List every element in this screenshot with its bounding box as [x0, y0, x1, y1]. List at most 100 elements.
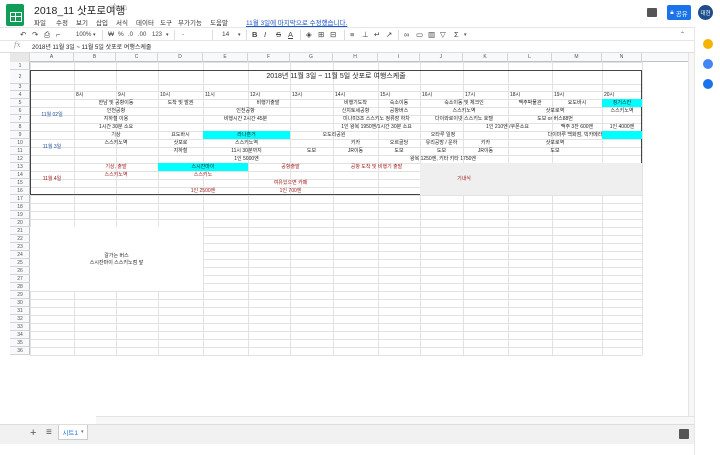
cell[interactable]: 기상, 출발: [74, 163, 158, 171]
undo-icon[interactable]: ↶: [20, 29, 26, 41]
horizontal-align-icon[interactable]: ≡: [350, 29, 354, 41]
sheets-logo-icon[interactable]: [6, 4, 24, 26]
menu-help[interactable]: 도움말: [210, 17, 228, 27]
cell[interactable]: 한남 및 공항이동: [74, 99, 158, 107]
row-header-24[interactable]: 24: [10, 251, 30, 259]
menu-tools[interactable]: 도구: [160, 17, 172, 27]
cell[interactable]: 도보 or 버스88번: [508, 115, 602, 123]
cell[interactable]: 11시 30분까지: [203, 147, 290, 155]
cell[interactable]: 라나훈거: [203, 131, 290, 139]
cell[interactable]: 왕복 1250엔, 키타 키타 1750엔: [378, 155, 508, 163]
cell[interactable]: 공항출발: [248, 163, 333, 171]
comment-icon[interactable]: [647, 8, 657, 17]
cell[interactable]: 유리공방 / 운하: [420, 139, 463, 147]
redo-icon[interactable]: ↷: [32, 29, 38, 41]
chevron-down-icon[interactable]: ▾: [166, 29, 169, 41]
explore-icon[interactable]: [679, 429, 689, 439]
cell[interactable]: 도보: [378, 147, 420, 155]
move-folder-icon[interactable]: ⌂: [122, 2, 127, 12]
menu-data[interactable]: 데이터: [136, 17, 154, 27]
cell[interactable]: 삿포로역: [508, 139, 602, 147]
cell[interactable]: 스스키노역: [203, 139, 290, 147]
cell[interactable]: 여유있으면 카페: [248, 179, 333, 187]
row-header-3[interactable]: 3: [10, 84, 30, 91]
functions-button[interactable]: Σ: [454, 29, 459, 41]
formula-bar[interactable]: fx 2018년 11월 3일 ~ 11월 5일 삿포로 여행스케줄: [0, 41, 694, 53]
more-formats-button[interactable]: 123: [152, 29, 162, 41]
menu-format[interactable]: 서식: [116, 17, 128, 27]
font-family-select[interactable]: -: [182, 29, 184, 41]
menu-addons[interactable]: 부가기능: [178, 17, 202, 27]
keep-icon[interactable]: [703, 39, 713, 49]
row-header-36[interactable]: 36: [10, 347, 30, 355]
cell[interactable]: 다이와로이넷 스스키노 호텔: [420, 115, 508, 123]
memo-block[interactable]: 갈가는 버스 스시잔마이 스스키노점 앞: [30, 227, 203, 291]
hour-label[interactable]: 18시: [508, 91, 552, 99]
cell[interactable]: 인천공항: [74, 107, 158, 115]
row-header-4[interactable]: 4: [10, 91, 30, 99]
cell[interactable]: 비행시간 2시간 45분: [158, 115, 333, 123]
cell[interactable]: 도착 및 발권: [158, 99, 203, 107]
cells-area[interactable]: 2018년 11월 3일 ~ 11월 5일 삿포로 여행스케줄 8시 9시 10시 11…: [29, 61, 694, 415]
calendar-icon[interactable]: [703, 59, 713, 69]
row-header-5[interactable]: 5: [10, 99, 30, 107]
hour-label[interactable]: 10시: [158, 91, 203, 99]
cell[interactable]: 스스키노역: [420, 107, 508, 115]
star-icon[interactable]: ☆: [110, 2, 119, 13]
row-header-16[interactable]: 16: [10, 187, 30, 195]
row-header-35[interactable]: 35: [10, 339, 30, 347]
text-wrap-icon[interactable]: ↵: [374, 29, 380, 41]
hour-label[interactable]: 14시: [333, 91, 378, 99]
currency-button[interactable]: ₩: [108, 29, 114, 41]
text-color-button[interactable]: A: [288, 29, 293, 41]
all-sheets-icon[interactable]: ≡: [46, 427, 52, 438]
cell[interactable]: 공항 도착 및 비행기 출발: [333, 163, 420, 171]
cell[interactable]: 요도바시: [158, 131, 203, 139]
cell[interactable]: 숙소이동: [378, 99, 420, 107]
cell[interactable]: 징기스칸: [602, 99, 642, 107]
cell[interactable]: 삿포로: [158, 139, 203, 147]
cell[interactable]: 숙소이동 및 체크인: [420, 99, 508, 107]
cell[interactable]: 1인 4000엔: [602, 123, 642, 131]
day-label[interactable]: 11월 4일: [30, 163, 74, 195]
chevron-down-icon[interactable]: ▾: [93, 29, 96, 41]
cell[interactable]: JR이동: [463, 147, 508, 155]
row-header-26[interactable]: 26: [10, 267, 30, 275]
sheet-title[interactable]: 2018년 11월 3일 ~ 11월 5일 삿포로 여행스케줄: [30, 70, 642, 84]
percent-button[interactable]: %: [118, 29, 124, 41]
print-icon[interactable]: ⎙: [44, 29, 50, 41]
day-label[interactable]: 11월 3일: [30, 131, 74, 163]
row-header-25[interactable]: 25: [10, 259, 30, 267]
cell[interactable]: 스시잔마이: [158, 163, 248, 171]
hour-label[interactable]: 19시: [552, 91, 602, 99]
cell[interactable]: 오르골당: [378, 139, 420, 147]
day-label[interactable]: 11월 02일: [30, 99, 74, 131]
row-header-1[interactable]: 1: [10, 62, 30, 70]
avatar[interactable]: 대현: [698, 5, 713, 20]
zoom-select[interactable]: 100%: [76, 29, 91, 41]
cell[interactable]: 맥주박물관: [508, 99, 552, 107]
chevron-down-icon[interactable]: ▾: [238, 29, 241, 41]
add-sheet-icon[interactable]: +: [30, 427, 36, 439]
row-header-11[interactable]: 11: [10, 147, 30, 155]
cell[interactable]: 맥주 3잔 600엔: [552, 123, 602, 131]
share-button[interactable]: 🔒︎ 공유: [667, 5, 691, 20]
cell[interactable]: 오도리공원: [290, 131, 378, 139]
cell[interactable]: 미나미3조 스스키노 정류장 하차: [333, 115, 420, 123]
hour-label[interactable]: 16시: [420, 91, 463, 99]
horizontal-scrollbar[interactable]: [96, 416, 694, 424]
row-header-18[interactable]: 18: [10, 203, 30, 211]
row-header-2[interactable]: 2: [10, 70, 30, 84]
cell[interactable]: 키카: [333, 139, 378, 147]
cell[interactable]: 지하철: [158, 147, 203, 155]
paint-format-icon[interactable]: ⌐: [56, 29, 60, 41]
chevron-down-icon[interactable]: ▾: [464, 29, 467, 41]
hour-label[interactable]: 8시: [74, 91, 116, 99]
borders-icon[interactable]: ⊞: [318, 29, 324, 41]
text-rotation-icon[interactable]: ↗: [386, 29, 392, 41]
row-header-29[interactable]: 29: [10, 291, 30, 299]
cell[interactable]: 도보: [420, 147, 463, 155]
cell[interactable]: 1인 5000엔: [203, 155, 290, 163]
row-header-28[interactable]: 28: [10, 283, 30, 291]
insert-comment-icon[interactable]: ▭: [416, 29, 423, 41]
